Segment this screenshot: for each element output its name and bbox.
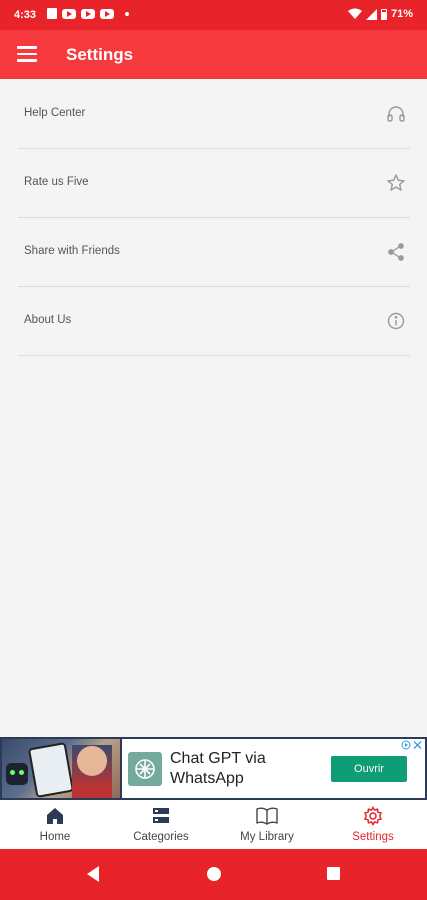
nav-item-categories[interactable]: Categories: [108, 800, 214, 849]
chatgpt-logo-icon: [128, 752, 162, 786]
categories-icon: [153, 808, 169, 823]
person-photo: [72, 745, 112, 798]
status-bar: 4:33 71%: [0, 0, 427, 30]
book-icon: [256, 807, 278, 825]
settings-list: Help Center Rate us Five Share with Frie…: [18, 80, 410, 356]
settings-item-share[interactable]: Share with Friends: [18, 218, 410, 287]
youtube-notification-icon: [100, 8, 114, 19]
youtube-notification-icon: [62, 8, 76, 19]
app-bar: Settings: [0, 30, 427, 79]
gear-icon: [363, 806, 383, 826]
nav-label: Settings: [352, 831, 394, 843]
home-icon: [47, 808, 63, 824]
hamburger-menu-icon[interactable]: [17, 46, 37, 62]
settings-item-about-us[interactable]: About Us: [18, 287, 410, 356]
nav-item-my-library[interactable]: My Library: [214, 800, 320, 849]
nav-label: My Library: [240, 831, 294, 843]
notification-icons: [47, 8, 129, 19]
ad-headline: Chat GPT via WhatsApp: [170, 750, 266, 787]
recents-button[interactable]: [327, 867, 340, 880]
battery-level: 71%: [390, 8, 413, 20]
nav-label: Home: [39, 831, 71, 843]
signal-icon: [365, 8, 377, 20]
calendar-notification-icon: [47, 8, 57, 19]
settings-item-label: Help Center: [24, 107, 86, 119]
star-icon: [387, 174, 405, 191]
youtube-notification-icon: [81, 8, 95, 19]
wifi-icon: [347, 8, 362, 19]
bottom-nav: Home Categories My Library Settings: [0, 800, 427, 849]
settings-item-label: About Us: [24, 314, 72, 326]
nav-item-settings[interactable]: Settings: [320, 800, 426, 849]
settings-item-label: Rate us Five: [24, 176, 89, 188]
nav-label: Categories: [133, 831, 189, 843]
status-time: 4:33: [14, 9, 37, 21]
home-button[interactable]: [207, 867, 221, 881]
ad-content[interactable]: Chat GPT via WhatsApp Ouvrir: [122, 739, 425, 798]
more-notifications-icon: [125, 11, 129, 16]
settings-item-rate-us[interactable]: Rate us Five: [18, 149, 410, 218]
ad-choices-icon[interactable]: [401, 740, 423, 750]
back-button[interactable]: [87, 866, 99, 882]
system-status-icons: 71%: [347, 8, 413, 20]
info-icon: [387, 312, 405, 330]
ad-open-button[interactable]: Ouvrir: [331, 756, 407, 782]
ad-banner[interactable]: Chat GPT via WhatsApp Ouvrir: [0, 737, 427, 800]
headphones-icon: [387, 106, 405, 122]
settings-item-label: Share with Friends: [24, 245, 120, 257]
page-title: Settings: [66, 45, 134, 64]
nav-item-home[interactable]: Home: [2, 800, 108, 849]
system-nav-bar: [0, 849, 427, 900]
robot-illustration: [6, 763, 28, 785]
settings-item-help-center[interactable]: Help Center: [18, 80, 410, 149]
ad-image[interactable]: [2, 739, 120, 798]
share-icon: [388, 243, 404, 261]
battery-icon: [380, 8, 387, 20]
phone-illustration: [27, 742, 75, 798]
